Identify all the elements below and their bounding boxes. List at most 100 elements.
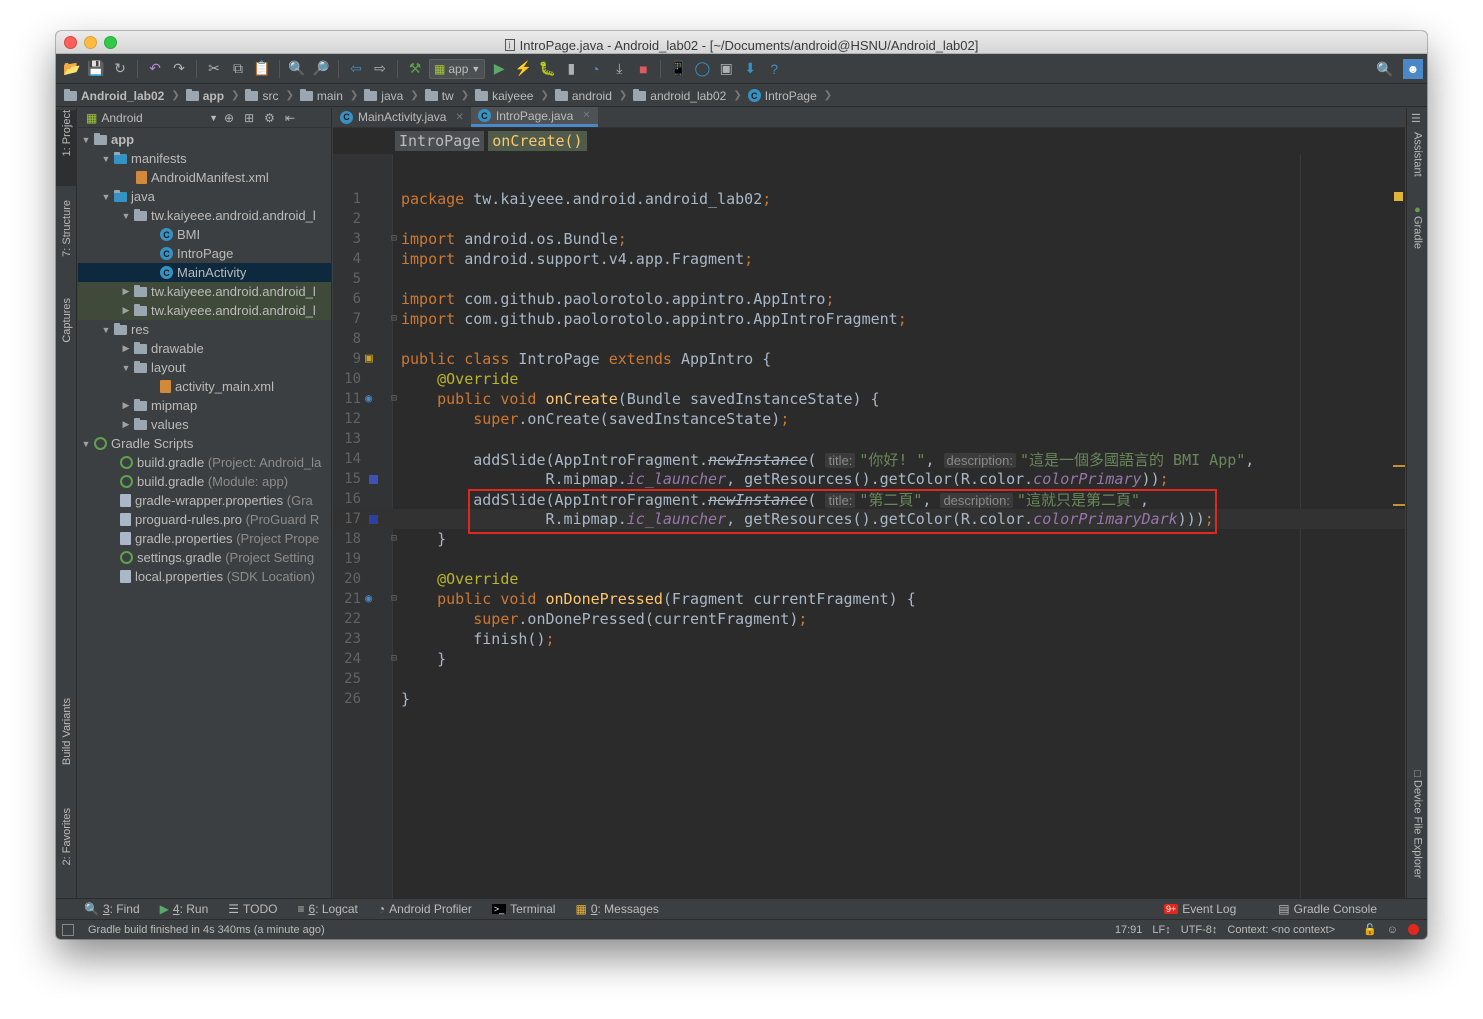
close-tab-icon[interactable]: ✕ [455,112,463,123]
tree-item-build-gradle-module[interactable]: build.gradle (Module: app) [78,472,331,491]
sdk-manager-icon[interactable]: ⬇ [740,59,760,79]
undo-icon[interactable]: ↶ [145,59,165,79]
breadcrumb-item[interactable]: android_lab02 [633,88,733,103]
tree-item-package-test[interactable]: ▶ tw.kaiyeee.android.android_l [78,282,331,301]
breadcrumb-item[interactable]: app [185,88,231,103]
run-config-selector[interactable]: ▦ app ▼ [429,58,486,79]
menu-icon[interactable]: ☰ [1411,112,1421,125]
minimize-window-button[interactable] [84,36,97,49]
redo-icon[interactable]: ↷ [169,59,189,79]
tab-android-profiler[interactable]: ◔ Android Profiler [378,902,472,916]
breadcrumb-item[interactable]: src [245,88,285,103]
tab-messages[interactable]: ▦ 0: Messages [575,902,658,916]
find-icon[interactable]: 🔍 [287,59,307,79]
tree-item-gradle-scripts[interactable]: ▼ Gradle Scripts [78,434,331,453]
maximize-window-button[interactable] [104,36,117,49]
tree-item-settings-gradle[interactable]: settings.gradle (Project Setting [78,548,331,567]
breadcrumb-item[interactable]: C IntroPage [747,89,824,103]
hector-icon[interactable]: ☺ [1387,924,1398,936]
collapse-all-icon[interactable]: ⊞ [244,111,254,125]
tab-event-log[interactable]: 9+ Event Log [1163,902,1236,916]
breadcrumb-item[interactable]: tw [424,88,461,103]
tab-run[interactable]: ▶ 4: Run [160,902,209,916]
tab-terminal[interactable]: >_ Terminal [491,902,555,916]
file-encoding[interactable]: UTF-8↕ [1181,924,1218,936]
coverage-icon[interactable]: ▮ [561,59,581,79]
tree-item-activity-main-xml[interactable]: activity_main.xml [78,377,331,396]
tree-item-res[interactable]: ▼ res [78,320,331,339]
forward-icon[interactable]: ⇨ [370,59,390,79]
error-indicator-icon[interactable] [1408,924,1419,935]
project-structure-icon[interactable]: ▣ [716,59,736,79]
build-hammer-icon[interactable]: ⚒ [405,59,425,79]
attach-debugger-icon[interactable]: ⤓ [609,59,629,79]
tab-find[interactable]: 🔍 3: Find [84,902,140,916]
help-icon[interactable]: ? [764,59,784,79]
tree-item-manifest-file[interactable]: AndroidManifest.xml [78,168,331,187]
tree-item-gradle-properties[interactable]: gradle.properties (Project Prope [78,529,331,548]
breadcrumb-item[interactable]: main [299,88,350,103]
tab-todo[interactable]: ☰ TODO [228,902,277,916]
tree-item-app[interactable]: ▼ app [78,130,331,149]
tab-mainactivity[interactable]: C MainActivity.java ✕ [333,107,471,127]
close-window-button[interactable] [64,36,77,49]
context-indicator[interactable]: Context: <no context> [1227,924,1335,936]
tree-item-values[interactable]: ▶ values [78,415,331,434]
tab-logcat[interactable]: ≡ 6: Logcat [297,902,357,916]
tree-item-gradle-wrapper[interactable]: gradle-wrapper.properties (Gra [78,491,331,510]
open-folder-icon[interactable]: 📂 [62,59,82,79]
search-everywhere-icon[interactable]: 🔍 [1375,59,1395,79]
project-view-selector[interactable]: ▦ Android ▼ [86,111,224,125]
line-separator[interactable]: LF↕ [1152,924,1170,936]
tab-build-variants[interactable]: Build Variants [56,698,77,790]
run-icon[interactable]: ▶ [489,59,509,79]
tab-gradle-console[interactable]: ▤ Gradle Console [1278,902,1377,916]
apply-changes-icon[interactable]: ⚡ [513,59,533,79]
tree-item-layout[interactable]: ▼ layout [78,358,331,377]
user-avatar-icon[interactable]: ☻ [1403,59,1423,79]
code-lines[interactable]: 1 package tw.kaiyeee.android.android_lab0… [333,189,1405,709]
tree-item-bmi[interactable]: C BMI [78,225,331,244]
sync-gradle-icon[interactable]: ◯ [692,59,712,79]
avd-manager-icon[interactable]: 📱 [668,59,688,79]
hide-panel-icon[interactable]: ⇤ [285,111,295,125]
tab-device-file-explorer[interactable]: □ Device File Explorer [1407,768,1427,898]
save-icon[interactable]: 💾 [86,59,106,79]
breadcrumb-item[interactable]: android [554,88,619,103]
tab-favorites[interactable]: 2: Favorites [56,808,77,888]
tree-item-manifests[interactable]: ▼ manifests [78,149,331,168]
tab-project[interactable]: 1: Project [56,110,77,186]
tree-item-drawable[interactable]: ▶ drawable [78,339,331,358]
tab-gradle[interactable]: ● Gradle [1407,204,1427,264]
tree-item-mainactivity[interactable]: C MainActivity [78,263,331,282]
tree-item-intropage[interactable]: C IntroPage [78,244,331,263]
scroll-from-source-icon[interactable]: ⊕ [224,111,234,125]
crumb-method[interactable]: onCreate() [488,131,587,151]
tree-item-local-properties[interactable]: local.properties (SDK Location) [78,567,331,586]
tree-item-package-androidtest[interactable]: ▶ tw.kaiyeee.android.android_l [78,301,331,320]
crumb-class[interactable]: IntroPage [395,131,485,151]
tree-item-java[interactable]: ▼ java [78,187,331,206]
cursor-position[interactable]: 17:91 [1115,924,1143,936]
replace-icon[interactable]: 🔎 [311,59,331,79]
copy-icon[interactable]: ⧉ [228,59,248,79]
tree-item-package[interactable]: ▼ tw.kaiyeee.android.android_l [78,206,331,225]
tree-item-mipmap[interactable]: ▶ mipmap [78,396,331,415]
profile-icon[interactable]: ◔ [585,59,605,79]
cut-icon[interactable]: ✂ [204,59,224,79]
stop-icon[interactable]: ■ [633,59,653,79]
lock-icon[interactable]: 🔓 [1363,923,1377,936]
toggle-tool-windows-icon[interactable] [62,923,74,936]
tab-structure[interactable]: 7: Structure [56,200,77,286]
breadcrumb-item[interactable]: Android_lab02 [64,88,171,103]
breadcrumb-item[interactable]: kaiyeee [475,88,540,103]
tab-captures[interactable]: Captures [56,298,77,368]
tab-intropage[interactable]: C IntroPage.java ✕ [470,107,598,127]
paste-icon[interactable]: 📋 [252,59,272,79]
close-tab-icon[interactable]: ✕ [582,110,590,121]
debug-icon[interactable]: 🐛 [537,59,557,79]
tree-item-proguard[interactable]: proguard-rules.pro (ProGuard R [78,510,331,529]
gear-icon[interactable]: ⚙ [264,111,275,125]
tab-assistant[interactable]: Assistant [1407,132,1427,192]
breadcrumb-item[interactable]: java [364,88,410,103]
